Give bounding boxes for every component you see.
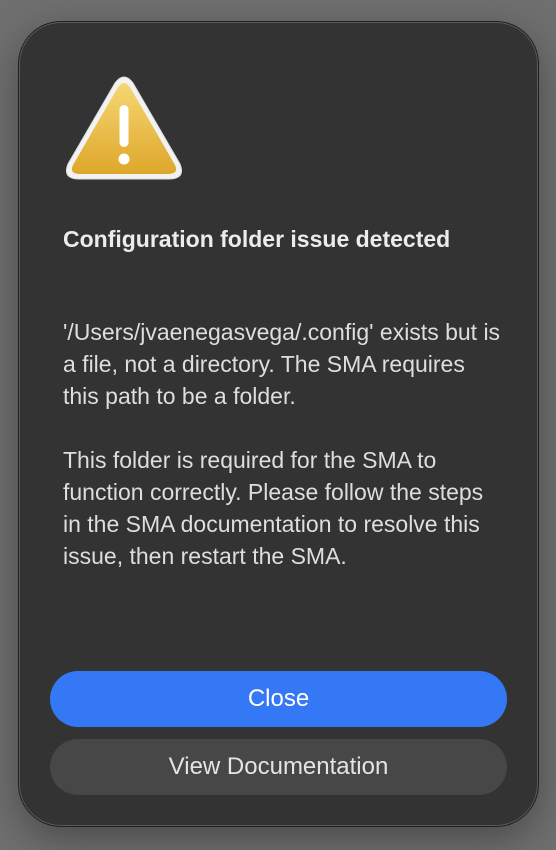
dialog-message: '/Users/jvaenegasvega/.config' exists bu… bbox=[63, 316, 503, 572]
view-documentation-button[interactable]: View Documentation bbox=[50, 739, 507, 795]
message-paragraph-path: '/Users/jvaenegasvega/.config' exists bu… bbox=[63, 319, 501, 409]
dialog-title: Configuration folder issue detected bbox=[63, 226, 451, 252]
message-paragraph-instructions: This folder is required for the SMA to f… bbox=[63, 447, 484, 569]
warning-triangle-icon bbox=[65, 76, 183, 180]
alert-dialog: Configuration folder issue detected '/Us… bbox=[19, 22, 538, 826]
close-button[interactable]: Close bbox=[50, 671, 507, 727]
